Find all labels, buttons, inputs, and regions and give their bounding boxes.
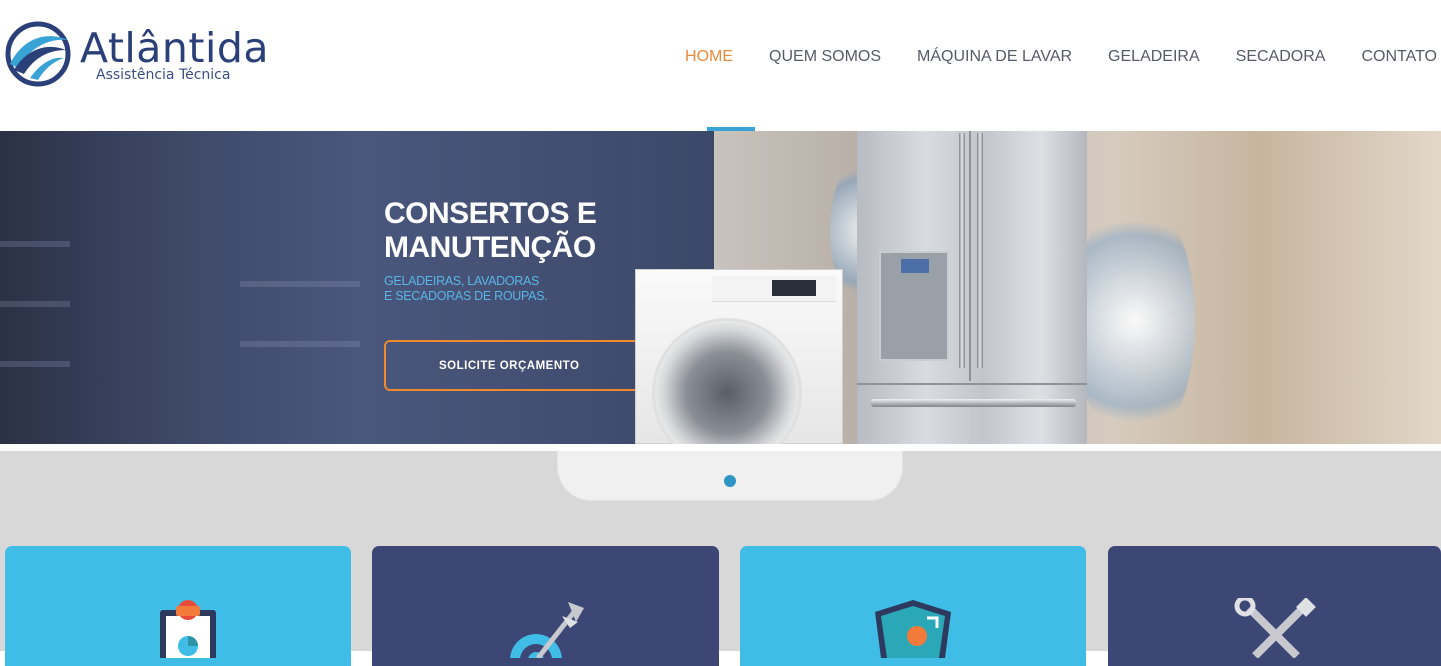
dispenser-screen [901,259,929,273]
background-shelf [240,281,360,287]
hero-slider: CONSERTOS E MANUTENÇÃO GELADEIRAS, LAVAD… [0,131,1441,444]
fridge-door-split [969,131,971,381]
site-header: Atlântida Assistência Técnica HOME QUEM … [0,0,1441,131]
active-nav-indicator [707,127,755,131]
request-quote-button[interactable]: SOLICITE ORÇAMENTO [384,340,654,391]
nav-item-maquina-de-lavar[interactable]: MÁQUINA DE LAVAR [917,48,1072,66]
fridge-dispenser [879,251,949,361]
hero-background-kitchen [0,131,720,444]
slider-pagination [557,451,903,501]
target-arrow-icon [509,602,584,658]
service-card[interactable] [5,546,351,666]
background-shelf [0,241,70,247]
nav-item-home[interactable]: HOME [685,48,733,66]
shield-icon [875,600,951,658]
service-card[interactable] [372,546,719,666]
hero-subtitle: GELADEIRAS, LAVADORAS E SECADORAS DE ROU… [384,274,548,303]
hero-bottom-band [0,444,1441,451]
logo-title: Atlântida [80,24,270,72]
main-nav: HOME QUEM SOMOS MÁQUINA DE LAVAR GELADEI… [685,48,1437,66]
slider-dot-active[interactable] [724,475,736,487]
refrigerator-image [857,131,1087,444]
washer-display [772,280,816,296]
tools-icon [1234,598,1316,658]
fridge-handle [977,133,983,368]
logo-tagline: Assistência Técnica [96,67,231,83]
hero-title: CONSERTOS E MANUTENÇÃO [384,197,597,264]
service-card[interactable] [740,546,1086,666]
fridge-drawer-line [857,383,1087,385]
background-shelf [0,361,70,367]
clipboard-icon [160,600,216,658]
washing-machine-image [635,269,843,444]
fridge-handle [959,133,965,368]
water-splash [1075,191,1195,444]
washer-door [652,318,802,444]
nav-item-geladeira[interactable]: GELADEIRA [1108,48,1200,66]
nav-item-secadora[interactable]: SECADORA [1236,48,1326,66]
background-shelf [240,341,360,347]
logo-mark-icon [5,21,71,87]
services-section [0,451,1441,666]
nav-item-contato[interactable]: CONTATO [1361,48,1437,66]
background-shelf [0,301,70,307]
fridge-drawer-handle [871,399,1076,407]
site-logo[interactable]: Atlântida Assistência Técnica [4,20,269,92]
nav-item-quem-somos[interactable]: QUEM SOMOS [769,48,881,66]
service-card[interactable] [1108,546,1441,666]
